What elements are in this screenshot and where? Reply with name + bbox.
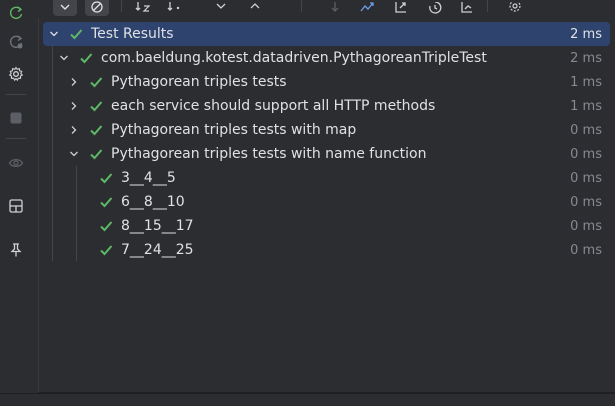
toolbar-separator [6,138,26,139]
import-icon [360,2,374,12]
tree-row-duration: 0 ms [570,194,602,210]
tree-row-test-case[interactable]: 3__4__5 0 ms [43,166,610,190]
rerun-icon [9,6,23,20]
tree-row-label: Pythagorean triples tests [111,74,287,90]
tree-row-label: 8__15__17 [121,218,194,234]
sort-duration-icon [167,2,180,11]
tree-row-duration: 1 ms [570,74,602,90]
rerun-failed-button[interactable] [4,30,28,54]
gear-icon [8,66,24,82]
tree-row-test-case[interactable]: 8__15__17 0 ms [43,214,610,238]
tree-row-test-container[interactable]: Pythagorean triples tests with map 0 ms [43,118,610,142]
chevron-right-icon[interactable] [69,101,79,111]
tree-row-duration: 2 ms [570,50,602,66]
sort-by-duration-button[interactable] [163,0,187,16]
passed-check-icon [99,171,113,185]
ignored-icon [91,1,103,13]
chevron-right-icon[interactable] [69,77,79,87]
export-icon [395,2,406,13]
show-ignored-toggle[interactable] [85,0,109,16]
tree-row-test-case[interactable]: 6__8__10 0 ms [43,190,610,214]
tree-row-test-container[interactable]: Pythagorean triples tests 1 ms [43,70,610,94]
tree-row-label: Pythagorean triples tests with name func… [111,146,427,162]
chevron-down-icon[interactable] [49,29,59,39]
left-toolbar [0,0,33,394]
tree-row-test-results[interactable]: Test Results 2 ms [43,22,610,46]
open-statistics-button[interactable] [455,0,479,16]
pin-icon [10,243,22,257]
import-tests-button[interactable] [355,0,379,16]
check-icon [60,4,70,10]
chevron-down-icon[interactable] [59,53,69,63]
test-settings-button[interactable] [503,0,527,16]
tree-row-label: Pythagorean triples tests with map [111,122,357,138]
toolbar-separator [301,0,302,12]
rerun-failed-icon [9,35,23,49]
eye-icon [8,158,24,168]
pin-tab-button[interactable] [4,238,28,262]
tree-row-test-class[interactable]: com.baeldung.kotest.datadriven.Pythagore… [43,46,610,70]
tree-row-test-container[interactable]: each service should support all HTTP met… [43,94,610,118]
sort-alpha-icon [135,2,151,12]
passed-check-icon [99,195,113,209]
tree-row-label: each service should support all HTTP met… [111,98,436,114]
chevron-right-icon[interactable] [69,125,79,135]
layout-icon [9,199,23,213]
tree-row-duration: 0 ms [570,218,602,234]
passed-check-icon [89,75,103,89]
arrow-down-icon [331,2,339,12]
toolbar-separator [121,0,122,12]
passed-check-icon [69,27,83,41]
gear-icon [509,2,521,12]
show-passed-button[interactable] [4,151,28,175]
stop-icon [10,112,22,124]
stop-button[interactable] [4,106,28,130]
history-icon [429,2,442,14]
statistics-icon [461,2,472,13]
export-results-button[interactable] [389,0,413,16]
test-history-button[interactable] [423,0,447,16]
passed-check-icon [79,51,93,65]
passed-check-icon [99,243,113,257]
chevron-up-icon [250,3,260,9]
tree-row-duration: 0 ms [570,242,602,258]
status-strip [0,393,615,406]
tree-row-duration: 0 ms [570,146,602,162]
rerun-button[interactable] [4,1,28,25]
toolbar-separator [487,0,488,12]
run-tool-window: Test Results 2 ms com.baeldung.kotest.da… [0,0,615,406]
tree-row-label: Test Results [91,26,174,42]
next-failed-button[interactable] [323,0,347,16]
chevron-down-icon[interactable] [69,149,79,159]
chevron-down-icon [216,3,226,9]
sort-alphabetically-button[interactable] [131,0,155,16]
tree-row-label: 6__8__10 [121,194,185,210]
collapse-all-button[interactable] [243,0,267,16]
passed-check-icon [89,147,103,161]
tree-row-label: 7__24__25 [121,242,194,258]
test-tree: Test Results 2 ms com.baeldung.kotest.da… [38,18,615,393]
settings-button[interactable] [4,62,28,86]
passed-check-icon [89,123,103,137]
passed-check-icon [99,219,113,233]
test-toolbar [33,0,615,18]
tree-row-label: com.baeldung.kotest.datadriven.Pythagore… [101,50,487,66]
tree-row-test-container[interactable]: Pythagorean triples tests with name func… [43,142,610,166]
passed-check-icon [89,99,103,113]
tree-row-duration: 2 ms [570,26,602,42]
expand-all-button[interactable] [209,0,233,16]
tree-row-test-case[interactable]: 7__24__25 0 ms [43,238,610,262]
show-passed-toggle[interactable] [53,0,77,16]
tree-row-duration: 0 ms [570,122,602,138]
toolbar-separator [6,94,26,95]
tree-row-duration: 1 ms [570,98,602,114]
layout-button[interactable] [4,194,28,218]
tree-row-label: 3__4__5 [121,170,176,186]
tree-row-duration: 0 ms [570,170,602,186]
